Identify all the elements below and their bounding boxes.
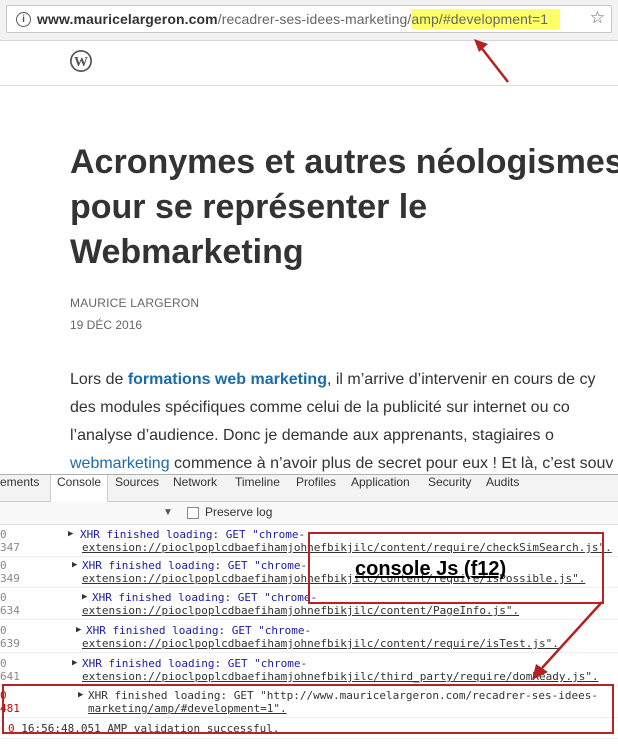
article-title: Acronymes et autres néologismes pour se … — [70, 140, 618, 275]
title-line: Webmarketing — [70, 233, 304, 271]
log-link[interactable]: extension://pioclpoplcdbaefihamjohnefbik… — [82, 604, 519, 617]
filter-icon[interactable]: ▼ — [163, 507, 173, 518]
row-number-top: 0 — [0, 657, 7, 670]
devtools-tab[interactable]: Audits — [486, 475, 519, 501]
url-path: /recadrer-ses-idees-marketing/ — [217, 11, 412, 27]
annotation-arrow-down — [532, 601, 603, 680]
devtools-tab[interactable]: Timeline — [235, 475, 280, 501]
annotation-label: console Js (f12) — [355, 558, 507, 580]
url-highlight: amp/#development=1 — [411, 9, 561, 29]
devtools-tab[interactable]: ements — [0, 475, 39, 501]
url-domain: www.mauricelargeron.com — [37, 11, 218, 27]
formations-link[interactable]: formations web marketing — [128, 371, 327, 388]
console-toolbar: ▼ Preserve log — [0, 502, 618, 525]
paragraph-line: des modules spécifiques comme celui de l… — [70, 399, 570, 416]
preserve-log-label: Preserve log — [205, 505, 273, 519]
article-body: Lors de formations web marketing, il m’a… — [70, 366, 618, 478]
row-number-top: 0 — [0, 624, 7, 637]
row-number: 634 — [0, 604, 20, 617]
expand-triangle-icon[interactable]: ▶ — [82, 591, 87, 604]
site-header: W — [0, 41, 618, 86]
annotation-arrow-up — [474, 39, 509, 83]
log-message: XHR finished loading: GET "chrome- — [82, 559, 308, 572]
log-message: XHR finished loading: GET "chrome- — [86, 624, 312, 637]
expand-triangle-icon[interactable]: ▶ — [72, 559, 77, 572]
devtools-tab[interactable]: Security — [428, 475, 471, 501]
row-number-top: 0 — [0, 559, 7, 572]
star-icon[interactable]: ☆ — [590, 8, 605, 28]
row-number: 349 — [0, 572, 20, 585]
preserve-log-checkbox[interactable] — [187, 507, 199, 519]
row-number: 641 — [0, 670, 20, 683]
wordpress-logo-icon[interactable]: W — [69, 49, 93, 73]
paragraph-line: Lors de formations web marketing, il m’a… — [70, 371, 596, 388]
row-number: 639 — [0, 637, 20, 650]
devtools-tab[interactable]: Profiles — [296, 475, 336, 501]
row-number-top: 0 — [0, 591, 7, 604]
devtools-tab[interactable]: Console — [50, 475, 109, 502]
expand-triangle-icon[interactable]: ▶ — [76, 624, 81, 637]
url-text[interactable]: www.mauricelargeron.com/recadrer-ses-ide… — [37, 9, 561, 29]
webmarketing-link[interactable]: webmarketing — [70, 455, 170, 472]
title-line: pour se représenter le — [70, 188, 428, 226]
expand-triangle-icon[interactable]: ▶ — [72, 657, 77, 670]
row-number-top: 0 — [0, 528, 7, 541]
log-message: XHR finished loading: GET "chrome- — [92, 591, 318, 604]
browser-address-bar: i www.mauricelargeron.com/recadrer-ses-i… — [0, 0, 618, 41]
devtools-tab[interactable]: Application — [351, 475, 410, 501]
article-author[interactable]: MAURICE LARGERON — [70, 296, 199, 310]
info-icon[interactable]: i — [16, 12, 31, 27]
devtools-tab[interactable]: Sources — [115, 475, 159, 501]
svg-text:W: W — [74, 55, 88, 70]
expand-triangle-icon[interactable]: ▶ — [68, 528, 73, 541]
row-number: 347 — [0, 541, 20, 554]
article-date: 19 DÉC 2016 — [70, 318, 143, 332]
paragraph-line: l’analyse d’audience. Donc je demande au… — [70, 427, 554, 444]
devtools-tabs: ements Console Sources Network Timeline Profi… — [0, 475, 618, 502]
devtools-tab[interactable]: Network — [173, 475, 217, 501]
log-message: XHR finished loading: GET "chrome- — [82, 657, 308, 670]
title-line: Acronymes et autres néologismes — [70, 143, 618, 181]
url-field[interactable]: i www.mauricelargeron.com/recadrer-ses-i… — [6, 5, 612, 33]
log-link[interactable]: extension://pioclpoplcdbaefihamjohnefbik… — [82, 637, 559, 650]
annotation-box-request — [2, 684, 614, 734]
log-message: XHR finished loading: GET "chrome- — [80, 528, 306, 541]
